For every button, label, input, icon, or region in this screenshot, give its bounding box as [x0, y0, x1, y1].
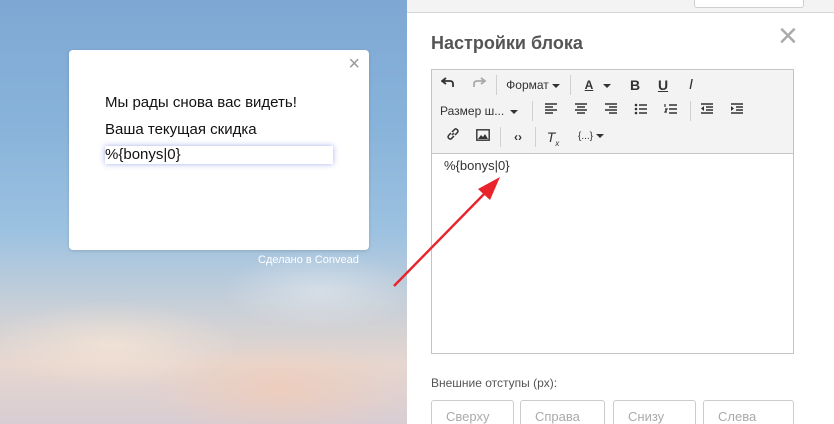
margin-right-input[interactable]: Справа — [520, 400, 605, 424]
popup-greeting[interactable]: Мы рады снова вас видеть! — [105, 94, 297, 111]
close-icon[interactable]: × — [778, 19, 798, 53]
format-dropdown[interactable]: Формат — [502, 73, 564, 97]
underline-icon[interactable]: U — [652, 73, 674, 97]
popup-discount-value[interactable]: %{bonys|0} — [105, 146, 333, 164]
block-settings-panel: Настройки блока × Формат A B U I Размер … — [407, 13, 834, 424]
toolbar-separator — [532, 101, 533, 121]
font-size-dropdown[interactable]: Размер ш... — [440, 99, 532, 123]
link-icon[interactable] — [442, 125, 464, 149]
toolbar-separator — [496, 75, 497, 95]
toolbar-separator — [535, 127, 536, 147]
numbered-list-icon[interactable] — [660, 99, 682, 123]
chevron-down-icon — [551, 83, 560, 88]
panel-title: Настройки блока — [431, 33, 583, 53]
font-size-dropdown-label: Размер ш... — [440, 104, 505, 118]
toolbar-separator — [500, 127, 501, 147]
outdent-icon[interactable] — [696, 99, 718, 123]
text-color-button[interactable]: A — [578, 73, 618, 97]
align-center-icon[interactable] — [570, 99, 592, 123]
toolbar-separator — [570, 75, 571, 95]
margin-left-input[interactable]: Слева — [703, 400, 794, 424]
popup-discount-label[interactable]: Ваша текущая скидка — [105, 121, 257, 138]
text-color-icon: A — [584, 78, 594, 92]
margin-top-input[interactable]: Сверху — [431, 400, 514, 424]
variables-dropdown[interactable]: {...} — [572, 125, 610, 149]
bulleted-list-icon[interactable] — [630, 99, 652, 123]
align-left-icon[interactable] — [540, 99, 562, 123]
preview-canvas: × Мы рады снова вас видеть! Ваша текущая… — [0, 0, 407, 424]
indent-icon[interactable] — [726, 99, 748, 123]
rich-text-editor: Формат A B U I Размер ш... ‹› Tx {...} %… — [431, 69, 794, 354]
popup-preview: × Мы рады снова вас видеть! Ваша текущая… — [69, 50, 369, 250]
editor-toolbar: Формат A B U I Размер ш... ‹› Tx {...} — [432, 70, 793, 154]
braces-icon: {...} — [577, 131, 593, 142]
close-icon[interactable]: × — [348, 54, 360, 74]
clear-formatting-icon[interactable]: Tx — [542, 125, 564, 149]
editor-content[interactable]: %{bonys|0} — [444, 158, 510, 173]
chevron-down-icon — [603, 83, 612, 88]
align-right-icon[interactable] — [600, 99, 622, 123]
italic-icon[interactable]: I — [680, 73, 702, 97]
margins-label: Внешние отступы (px): — [431, 376, 558, 390]
top-bar-button[interactable] — [694, 0, 804, 8]
undo-icon[interactable] — [437, 73, 459, 97]
chevron-down-icon — [510, 109, 519, 114]
margin-bottom-input[interactable]: Снизу — [613, 400, 696, 424]
background-cloud — [150, 340, 407, 424]
chevron-down-icon — [596, 134, 604, 139]
redo-icon[interactable] — [468, 73, 490, 97]
toolbar-separator — [690, 101, 691, 121]
made-with-convead: Сделано в Convead — [258, 254, 359, 266]
image-icon[interactable] — [472, 125, 494, 149]
source-code-icon[interactable]: ‹› — [507, 125, 529, 149]
bold-icon[interactable]: B — [624, 73, 646, 97]
format-dropdown-label: Формат — [506, 78, 549, 92]
